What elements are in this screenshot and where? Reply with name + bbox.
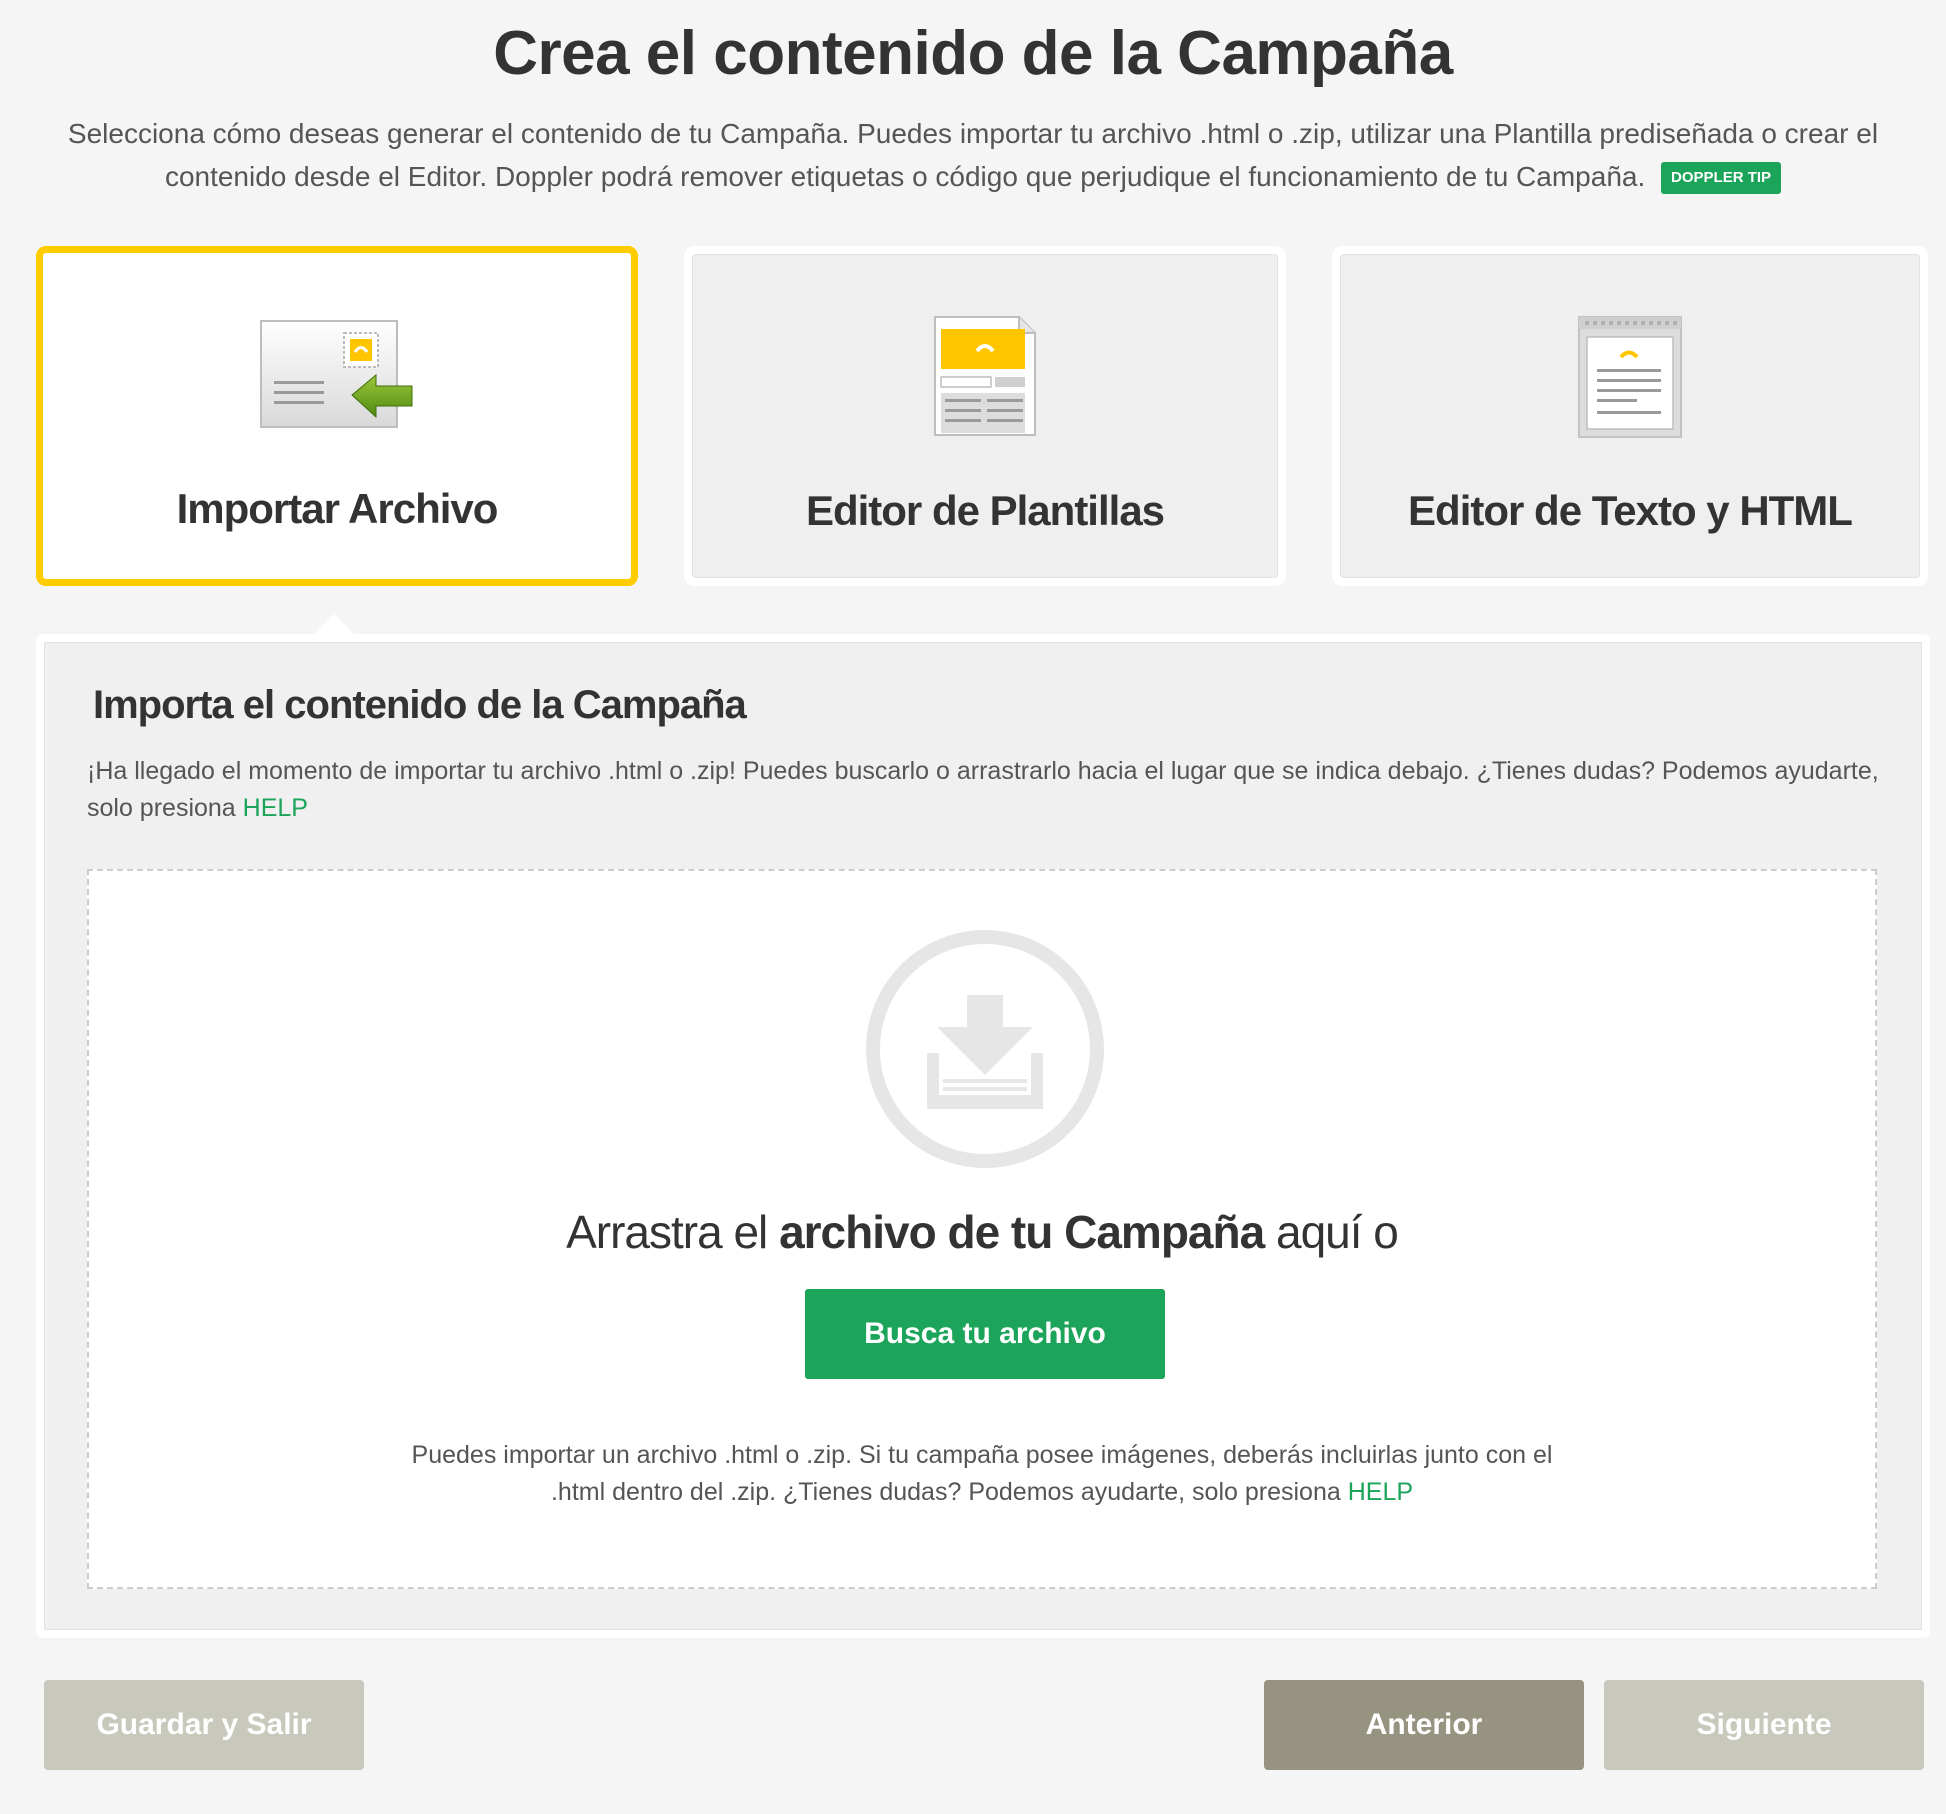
save-exit-button[interactable]: Guardar y Salir [44,1680,364,1770]
panel-title: Importa el contenido de la Campaña [93,683,747,727]
dropzone-text-before: Arrastra el [566,1206,768,1258]
dropzone-instruction: Arrastra el archivo de tu Campaña aquí o [89,1205,1875,1259]
template-editor-icon [934,316,1036,436]
option-import-file[interactable]: Importar Archivo [36,246,638,586]
import-panel-body: Importa el contenido de la Campaña ¡Ha l… [44,642,1922,1630]
dropzone-help-link[interactable]: HELP [1348,1478,1413,1506]
option-card-body: Editor de Plantillas [692,254,1278,578]
next-button[interactable]: Siguiente [1604,1680,1924,1770]
file-dropzone[interactable]: Arrastra el archivo de tu Campaña aquí o… [87,869,1877,1589]
option-card-body: Editor de Texto y HTML [1340,254,1920,578]
page-title: Crea el contenido de la Campaña [493,19,1453,88]
previous-button[interactable]: Anterior [1264,1680,1584,1770]
text-html-editor-icon [1578,316,1682,438]
upload-tray-icon [866,930,1104,1168]
intro-description: Selecciona cómo deseas generar el conten… [67,118,1879,192]
panel-pointer [312,614,356,636]
option-text-html-editor[interactable]: Editor de Texto y HTML [1332,246,1928,586]
browse-file-button[interactable]: Busca tu archivo [805,1289,1165,1379]
panel-description-text: ¡Ha llegado el momento de importar tu ar… [87,757,1879,822]
dropzone-text-after: aquí o [1275,1206,1399,1258]
intro-text: Selecciona cómo deseas generar el conten… [60,112,1886,198]
dropzone-help: Puedes importar un archivo .html o .zip.… [389,1437,1575,1511]
panel-description: ¡Ha llegado el momento de importar tu ar… [87,753,1887,827]
import-panel: Importa el contenido de la Campaña ¡Ha l… [36,634,1930,1638]
help-link[interactable]: HELP [243,794,308,822]
import-file-icon [260,320,413,428]
option-template-editor[interactable]: Editor de Plantillas [684,246,1286,586]
dropzone-text-bold: archivo de tu Campaña [779,1206,1265,1258]
option-card-body: Importar Archivo [43,253,631,579]
option-label: Editor de Texto y HTML [1408,487,1853,534]
option-label: Editor de Plantillas [805,487,1165,534]
doppler-tip-badge[interactable]: DOPPLER TIP [1661,162,1782,194]
option-label: Importar Archivo [176,485,499,532]
